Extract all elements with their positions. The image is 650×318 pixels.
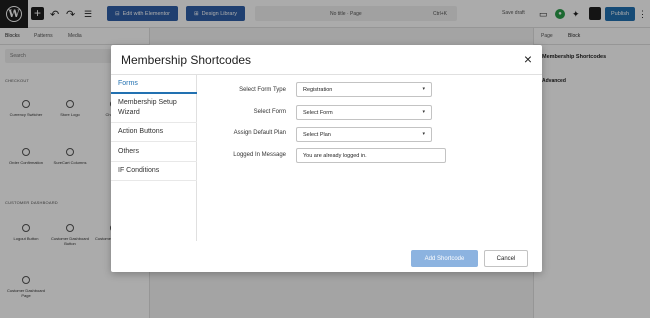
chevron-down-icon: ▾ [422, 86, 425, 92]
form-type-select[interactable]: Registration ▾ [296, 82, 432, 97]
close-icon[interactable]: × [524, 51, 532, 67]
logged-in-message-input[interactable]: You are already logged in. [296, 148, 446, 163]
chevron-down-icon: ▾ [422, 131, 425, 137]
modal-header: Membership Shortcodes × [111, 45, 542, 75]
nav-divider [111, 161, 197, 162]
form-value: Select Form [303, 110, 333, 116]
plan-value: Select Plan [303, 132, 331, 138]
add-shortcode-button[interactable]: Add Shortcode [411, 250, 478, 267]
plan-label: Assign Default Plan [233, 130, 286, 136]
nav-divider [111, 141, 197, 142]
chevron-down-icon: ▾ [422, 109, 425, 115]
nav-divider [111, 180, 197, 181]
nav-if-conditions[interactable]: IF Conditions [111, 166, 197, 176]
shortcode-category-nav: Forms Membership Setup Wizard Action But… [111, 75, 197, 241]
modal-footer: Add Shortcode Cancel [111, 241, 542, 272]
form-type-value: Registration [303, 87, 333, 93]
default-plan-select[interactable]: Select Plan ▾ [296, 127, 432, 142]
form-select[interactable]: Select Form ▾ [296, 105, 432, 120]
nav-divider [111, 122, 197, 123]
logged-in-message-label: Logged In Message [233, 152, 286, 158]
cancel-button[interactable]: Cancel [484, 250, 528, 267]
membership-shortcodes-modal: Membership Shortcodes × Forms Membership… [111, 45, 542, 272]
modal-title: Membership Shortcodes [121, 53, 252, 67]
form-label: Select Form [253, 109, 286, 115]
nav-membership-setup-wizard[interactable]: Membership Setup Wizard [111, 98, 197, 118]
form-type-label: Select Form Type [239, 87, 286, 93]
